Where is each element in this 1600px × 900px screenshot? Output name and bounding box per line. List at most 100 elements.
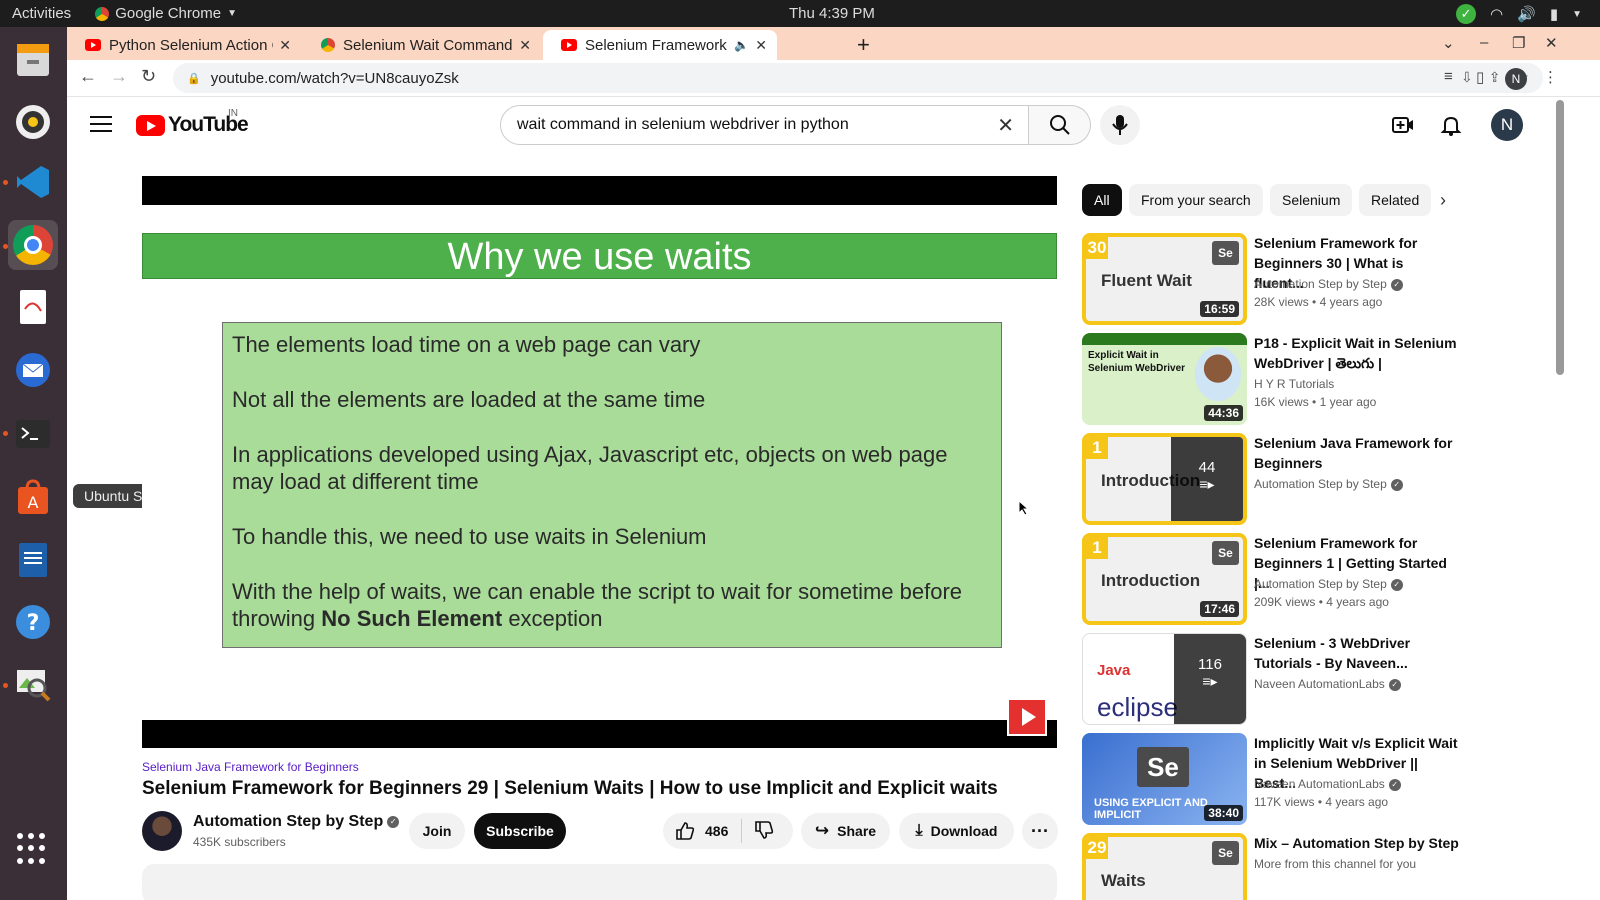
page-scrollbar[interactable]: [1556, 100, 1564, 375]
minimize-button[interactable]: –: [1480, 34, 1488, 51]
like-button[interactable]: 486: [675, 821, 728, 841]
related-title[interactable]: Mix – Automation Step by Step: [1254, 833, 1474, 853]
related-channel[interactable]: Automation Step by Step ✓: [1254, 277, 1403, 291]
dislike-button[interactable]: [754, 820, 774, 843]
youtube-logo[interactable]: YouTube IN: [136, 108, 249, 137]
related-video[interactable]: Se USING EXPLICIT AND IMPLICIT 38:40 Imp…: [1082, 733, 1542, 825]
media-control-icon[interactable]: ≡: [1444, 68, 1453, 85]
channel-name[interactable]: Automation Step by Step ✓: [193, 813, 400, 831]
notifications-bell-icon[interactable]: [1439, 113, 1463, 142]
chip-selenium[interactable]: Selenium: [1270, 184, 1353, 216]
video-thumbnail[interactable]: 30 Fluent Wait Se 16:59: [1082, 233, 1247, 325]
image-viewer-dock-item[interactable]: [8, 659, 58, 709]
related-title[interactable]: Selenium - 3 WebDriver Tutorials - By Na…: [1254, 633, 1454, 673]
create-video-icon[interactable]: [1391, 113, 1415, 142]
vscode-dock-item[interactable]: [8, 157, 58, 207]
tab-selenium-wait[interactable]: Selenium Wait Command ✕: [303, 30, 541, 60]
app-menu[interactable]: Google Chrome ▼: [95, 5, 237, 22]
related-playlist[interactable]: Java eclipse 116 ≡▸ Selenium - 3 WebDriv…: [1082, 633, 1542, 725]
search-input[interactable]: [517, 116, 977, 134]
account-avatar[interactable]: N: [1491, 109, 1523, 141]
tab-search-icon[interactable]: ⌄: [1442, 34, 1455, 52]
channel-watermark-icon[interactable]: [1007, 698, 1047, 736]
chip-related[interactable]: Related: [1359, 184, 1432, 216]
files-dock-item[interactable]: [8, 35, 58, 85]
mix-thumbnail[interactable]: 29 Waits Se: [1082, 833, 1247, 900]
tab-python-selenium[interactable]: Python Selenium Action C ✕: [67, 30, 301, 60]
related-channel-text: Automation Step by Step: [1254, 577, 1387, 591]
chip-from-your-search[interactable]: From your search: [1129, 184, 1263, 216]
related-title[interactable]: Selenium Java Framework for Beginners: [1254, 433, 1454, 473]
clock[interactable]: Thu 4:39 PM: [789, 5, 875, 22]
close-window-button[interactable]: ✕: [1545, 34, 1558, 52]
chevron-right-icon[interactable]: ›: [1440, 190, 1446, 211]
activities-button[interactable]: Activities: [12, 5, 71, 22]
more-menu-icon[interactable]: ⋮: [1543, 68, 1558, 86]
hamburger-menu-icon[interactable]: [90, 116, 112, 134]
download-button[interactable]: ⤓ Download: [899, 813, 1014, 849]
video-player[interactable]: Why we use waits The elements load time …: [142, 176, 1057, 748]
thunderbird-dock-item[interactable]: [8, 345, 58, 395]
reload-button[interactable]: ↻: [141, 66, 156, 87]
chip-all[interactable]: All: [1082, 184, 1122, 216]
join-button[interactable]: Join: [409, 813, 465, 849]
writer-dock-item[interactable]: [8, 535, 58, 585]
chrome-icon: [321, 38, 335, 52]
rhythmbox-dock-item[interactable]: [8, 97, 58, 147]
related-mix[interactable]: 29 Waits Se Mix – Automation Step by Ste…: [1082, 833, 1542, 900]
channel-avatar[interactable]: [142, 811, 182, 851]
tab-selenium-framework[interactable]: Selenium Framework f 🔈 ✕: [543, 30, 777, 60]
chrome-dock-item[interactable]: [8, 220, 58, 270]
terminal-dock-item[interactable]: [8, 409, 58, 459]
playlist-link[interactable]: Selenium Java Framework for Beginners: [142, 760, 359, 774]
related-title[interactable]: P18 - Explicit Wait in Selenium WebDrive…: [1254, 333, 1459, 373]
profile-avatar[interactable]: N: [1505, 68, 1527, 90]
description-box[interactable]: [142, 864, 1057, 900]
system-tray[interactable]: ✓ ◠ 🔊 ▮ ▼: [1456, 4, 1582, 24]
side-panel-icon[interactable]: ▯: [1476, 68, 1484, 86]
related-video[interactable]: 1 Introduction Se 17:46 Selenium Framewo…: [1082, 533, 1542, 625]
playlist-thumbnail[interactable]: Java eclipse 116 ≡▸: [1082, 633, 1247, 725]
install-app-icon[interactable]: ⇩: [1461, 69, 1473, 86]
close-icon[interactable]: ✕: [279, 37, 291, 54]
playlist-count: 44: [1198, 459, 1216, 476]
close-icon[interactable]: ✕: [519, 37, 531, 54]
share-icon[interactable]: ⇪: [1489, 69, 1501, 86]
related-channel[interactable]: Naveen AutomationLabs ✓: [1254, 777, 1401, 791]
speaker-icon: [16, 105, 50, 139]
address-bar[interactable]: 🔒 youtube.com/watch?v=UN8cauyoZsk ⇩ ⇪ ☆: [173, 63, 1543, 93]
pdf-viewer-dock-item[interactable]: [8, 282, 58, 332]
update-check-icon[interactable]: ✓: [1456, 4, 1477, 24]
related-video[interactable]: 30 Fluent Wait Se 16:59 Selenium Framewo…: [1082, 233, 1542, 325]
show-apps-button[interactable]: [17, 833, 49, 865]
related-channel[interactable]: H Y R Tutorials: [1254, 377, 1334, 391]
verified-check-icon: ✓: [1388, 778, 1401, 791]
ubuntu-software-dock-item[interactable]: A: [8, 472, 58, 522]
slide-title: Why we use waits: [142, 233, 1057, 279]
help-dock-item[interactable]: ?: [8, 597, 58, 647]
video-thumbnail[interactable]: Se USING EXPLICIT AND IMPLICIT 38:40: [1082, 733, 1247, 825]
related-channel[interactable]: Automation Step by Step ✓: [1254, 577, 1403, 591]
subscribe-button[interactable]: Subscribe: [474, 813, 566, 849]
maximize-button[interactable]: ❐: [1512, 34, 1525, 52]
lock-icon[interactable]: 🔒: [187, 72, 201, 85]
related-video[interactable]: Explicit Wait in Selenium WebDriver 44:3…: [1082, 333, 1542, 425]
video-thumbnail[interactable]: Explicit Wait in Selenium WebDriver 44:3…: [1082, 333, 1247, 425]
verified-check-icon: ✓: [1390, 478, 1403, 491]
audio-playing-icon[interactable]: 🔈: [734, 38, 749, 52]
download-label: Download: [930, 823, 998, 839]
more-actions-button[interactable]: ···: [1022, 813, 1058, 849]
forward-button[interactable]: →: [110, 66, 128, 87]
new-tab-button[interactable]: +: [857, 32, 870, 58]
close-icon[interactable]: ✕: [755, 37, 767, 54]
related-channel[interactable]: Naveen AutomationLabs ✓: [1254, 677, 1401, 691]
voice-search-button[interactable]: [1100, 105, 1140, 145]
clear-search-icon[interactable]: ✕: [997, 113, 1014, 138]
share-button[interactable]: ↪ Share: [801, 813, 890, 849]
search-button[interactable]: [1029, 105, 1091, 145]
video-thumbnail[interactable]: 1 Introduction Se 17:46: [1082, 533, 1247, 625]
back-button[interactable]: ←: [79, 66, 97, 87]
playlist-thumbnail[interactable]: 1 Introduction 44 ≡▸: [1082, 433, 1247, 525]
related-channel[interactable]: Automation Step by Step ✓: [1254, 477, 1403, 491]
related-playlist[interactable]: 1 Introduction 44 ≡▸ Selenium Java Frame…: [1082, 433, 1542, 525]
